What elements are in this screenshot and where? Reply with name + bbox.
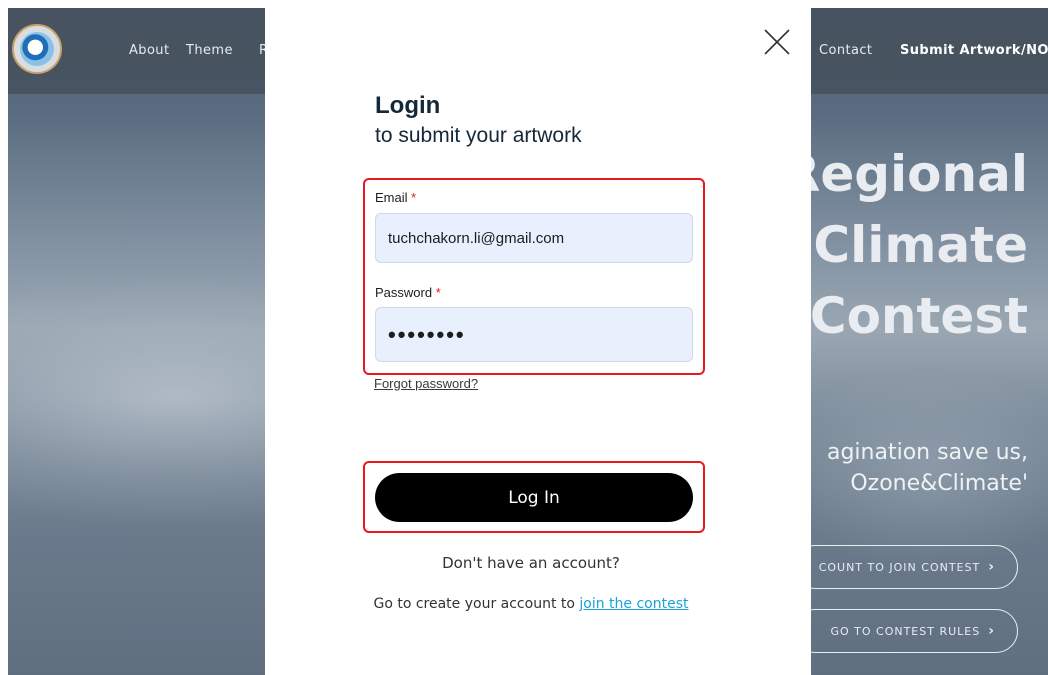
join-contest-link[interactable]: join the contest <box>579 596 688 612</box>
join-contest-button[interactable]: COUNT TO JOIN CONTEST › <box>793 545 1018 589</box>
email-label: Email * <box>375 190 416 205</box>
login-title: Login <box>375 92 441 119</box>
contest-rules-label: GO TO CONTEST RULES <box>830 624 981 638</box>
login-modal: Login to submit your artwork Email * Pas… <box>265 8 811 675</box>
contest-rules-button[interactable]: GO TO CONTEST RULES › <box>793 609 1018 653</box>
site-logo[interactable] <box>12 24 62 74</box>
o3-logo-icon <box>20 32 54 66</box>
nav-submit-artwork[interactable]: Submit Artwork/NOU <box>900 43 1048 58</box>
no-account-text: Don't have an account? <box>442 554 620 572</box>
password-label: Password * <box>375 285 441 300</box>
hero-subtitle-line-2: Ozone&Climate' <box>850 471 1028 496</box>
email-label-text: Email <box>375 190 408 205</box>
nav-theme[interactable]: Theme <box>186 43 233 58</box>
forgot-password-link[interactable]: Forgot password? <box>374 376 478 391</box>
hero-title-line-3: Contest <box>809 287 1028 345</box>
login-subtitle: to submit your artwork <box>375 124 582 147</box>
nav-about[interactable]: About <box>129 43 169 58</box>
required-marker: * <box>435 285 441 300</box>
password-label-text: Password <box>375 285 433 300</box>
join-contest-label: COUNT TO JOIN CONTEST <box>818 560 981 574</box>
hero-subtitle-line-1: agination save us, <box>826 440 1028 465</box>
required-marker: * <box>411 190 417 205</box>
create-account-text: Go to create your account to join the co… <box>265 596 797 612</box>
nav-contact[interactable]: Contact <box>819 43 872 58</box>
password-field[interactable] <box>375 307 693 362</box>
close-icon[interactable] <box>763 28 791 56</box>
email-field[interactable] <box>375 213 693 263</box>
chevron-right-icon: › <box>988 559 995 575</box>
hero-title-line-1: Regional <box>781 145 1028 203</box>
create-account-prefix: Go to create your account to <box>373 596 575 612</box>
chevron-right-icon: › <box>988 623 995 639</box>
login-button[interactable]: Log In <box>375 473 693 522</box>
